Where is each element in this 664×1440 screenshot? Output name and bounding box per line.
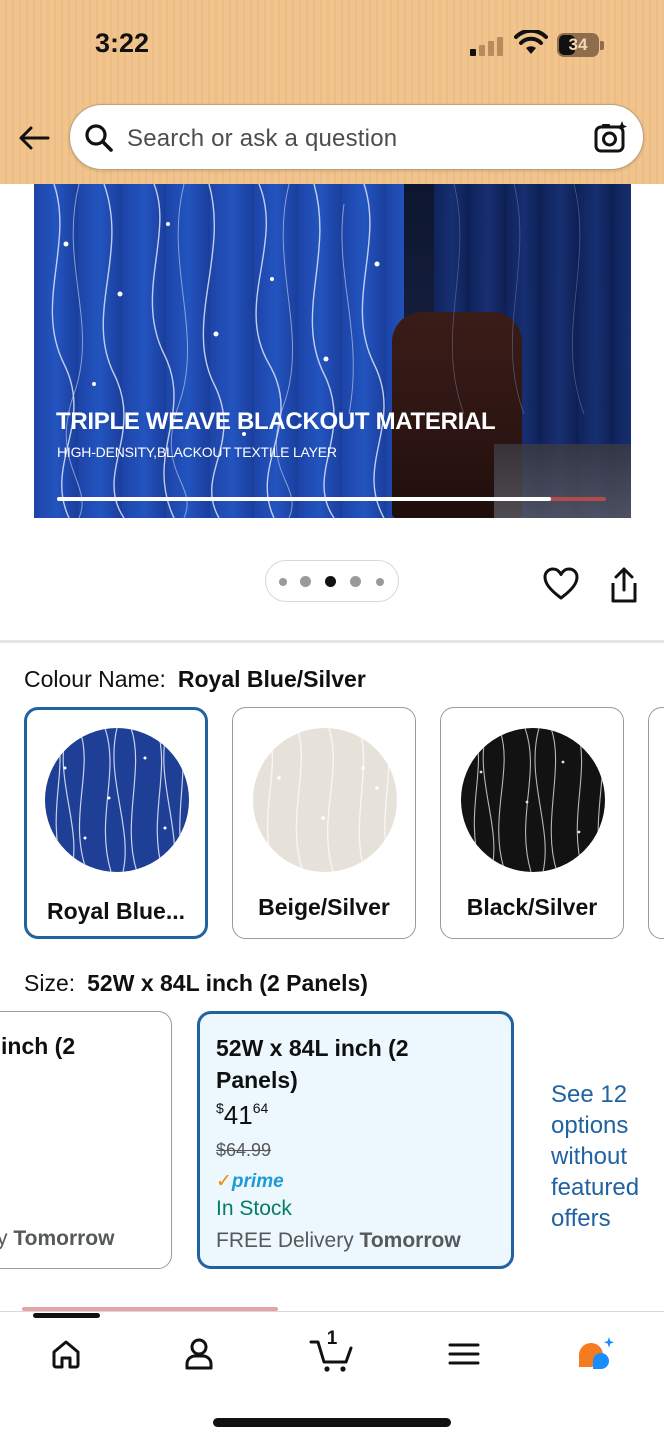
rufus-assistant-icon (579, 1337, 614, 1369)
delivery-info: FREE Delivery Tomorrow (216, 1229, 461, 1252)
cellular-signal-icon (470, 36, 506, 56)
royal-blue-swatch-image (45, 728, 189, 872)
heart-icon[interactable] (543, 567, 579, 601)
colour-swatch-black[interactable]: Black/Silver (440, 707, 624, 939)
size-option-delivery: y Tomorrow (0, 1227, 115, 1250)
colour-label: Colour Name: (24, 666, 166, 692)
size-option-title: inch (2 (1, 1033, 76, 1059)
pager-dot[interactable] (300, 576, 311, 587)
price: $4164 (216, 1100, 269, 1130)
nav-active-indicator (33, 1313, 100, 1318)
colour-name-row: Colour Name: Royal Blue/Silver (24, 666, 366, 693)
size-label: Size: (24, 970, 76, 996)
home-icon (52, 1340, 80, 1369)
back-arrow-icon (19, 126, 50, 150)
image-subheadline: HIGH-DENSITY,BLACKOUT TEXTILE LAYER (57, 444, 337, 460)
share-icon[interactable] (607, 567, 641, 605)
back-button[interactable] (14, 118, 54, 158)
size-selected-value: 52W x 84L inch (2 Panels) (87, 970, 368, 996)
size-row: Size: 52W x 84L inch (2 Panels) (24, 970, 368, 997)
image-pager[interactable] (265, 560, 399, 602)
prime-badge: ✓prime (216, 1171, 284, 1192)
list-price: $64.99 (216, 1140, 272, 1160)
account-icon (185, 1338, 213, 1370)
black-swatch-image (461, 728, 605, 872)
battery-level: 34 (568, 35, 588, 54)
product-image[interactable]: TRIPLE WEAVE BLACKOUT MATERIAL HIGH-DENS… (34, 184, 631, 518)
search-icon (85, 124, 113, 152)
swatch-label: Royal Blue... (46, 898, 186, 924)
pager-dot[interactable] (350, 576, 361, 587)
colour-swatch-royal-blue[interactable]: Royal Blue... (24, 707, 208, 939)
size-option-selected[interactable]: 52W x 84L inch (2 Panels) $4164 $64.99 ✓… (197, 1011, 514, 1269)
nav-account[interactable] (167, 1330, 231, 1378)
nav-rufus[interactable] (564, 1330, 628, 1378)
search-bar[interactable]: Search or ask a question (69, 104, 644, 170)
image-progress-fill (57, 497, 552, 501)
pager-dot[interactable] (376, 578, 384, 586)
colour-swatch-next-partial[interactable] (648, 707, 664, 939)
swatch-label: Black/Silver (466, 894, 598, 920)
camera-search-icon[interactable] (593, 119, 629, 155)
nav-cart[interactable]: 1 (300, 1328, 364, 1378)
nav-home[interactable] (34, 1330, 98, 1378)
menu-icon (448, 1343, 480, 1365)
pager-dot-active[interactable] (325, 576, 336, 587)
battery-icon: 34 (557, 33, 604, 57)
image-headline: TRIPLE WEAVE BLACKOUT MATERIAL (56, 408, 496, 435)
size-option-title: 52W x 84L inch (2 Panels) (216, 1035, 409, 1093)
silver-wave-pattern (51, 184, 585, 518)
wifi-icon (514, 30, 548, 54)
status-time: 3:22 (95, 28, 150, 58)
see-more-options-link[interactable]: See 12 options without featured offers (551, 1079, 664, 1234)
size-option-previous[interactable]: inch (2 y Tomorrow (0, 1011, 172, 1269)
home-indicator (213, 1418, 451, 1427)
swatch-label: Beige/Silver (258, 894, 390, 920)
colour-swatch-beige[interactable]: Beige/Silver (232, 707, 416, 939)
prime-check-icon: ✓ (216, 1171, 232, 1192)
beige-swatch-image (253, 728, 397, 872)
stock-status: In Stock (216, 1197, 292, 1220)
cart-count: 1 (326, 1328, 338, 1349)
search-input[interactable]: Search or ask a question (127, 125, 397, 153)
colour-selected-value: Royal Blue/Silver (177, 666, 366, 692)
top-header: 3:22 34 Search or ask a question (0, 0, 664, 184)
section-divider (0, 640, 664, 643)
nav-menu[interactable] (432, 1330, 496, 1378)
pager-dot[interactable] (279, 578, 287, 586)
image-progress-bar (57, 497, 606, 501)
